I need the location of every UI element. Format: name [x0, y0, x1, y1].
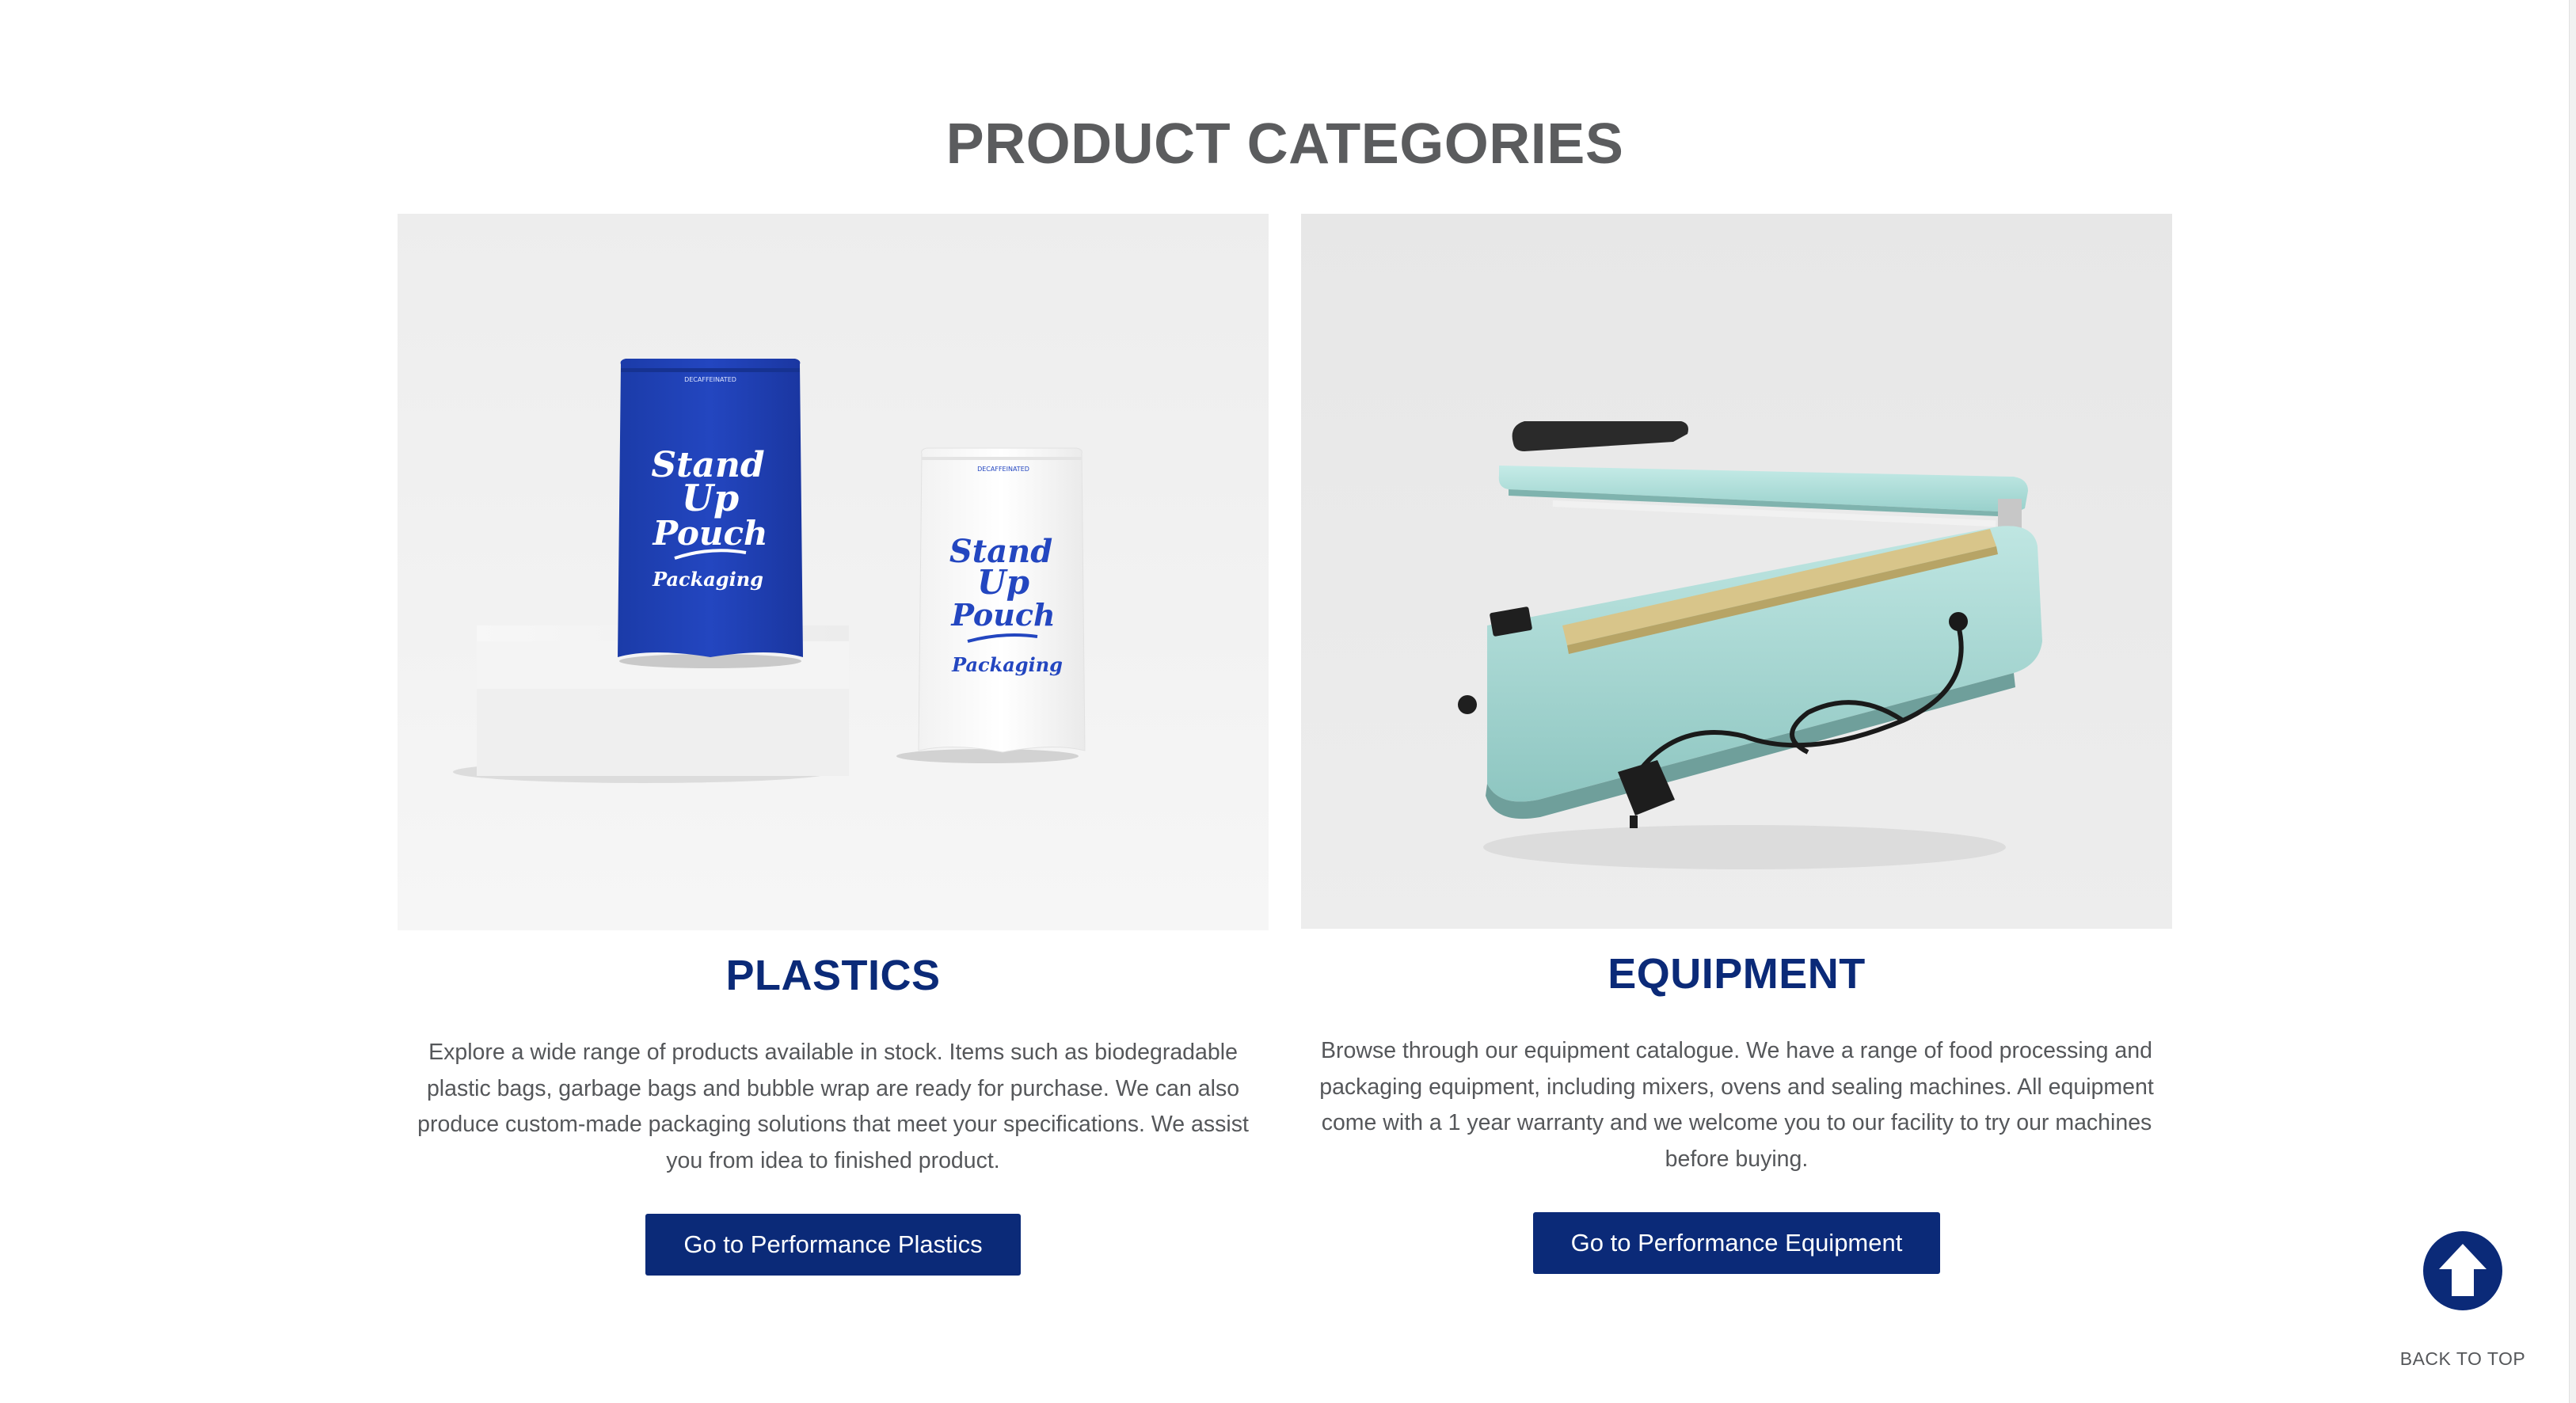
back-to-top-label[interactable]: BACK TO TOP	[2399, 1348, 2526, 1370]
blue-pouch-text-3: Pouch	[652, 514, 767, 553]
equipment-description: Browse through our equipment catalogue. …	[1319, 1038, 2154, 1172]
blue-pouch-text-4: Packaging	[652, 568, 763, 591]
blue-pouch-top-label: DECAFFEINATED	[684, 376, 736, 383]
impulse-sealer-illustration	[1301, 214, 2172, 929]
category-card-plastics: DECAFFEINATED Stand Up Pouch Packaging D…	[398, 214, 1269, 1276]
white-pouch-text-2: Up	[977, 563, 1029, 602]
equipment-image[interactable]	[1301, 214, 2172, 929]
go-to-performance-plastics-button[interactable]: Go to Performance Plastics	[645, 1214, 1021, 1276]
plastics-title: PLASTICS	[725, 952, 941, 999]
stand-up-pouch-illustration: DECAFFEINATED Stand Up Pouch Packaging D…	[398, 214, 1269, 930]
arrow-up-circle-icon[interactable]	[2423, 1231, 2502, 1310]
scrollbar[interactable]	[2569, 0, 2576, 1403]
white-pouch-text-4: Packaging	[951, 653, 1063, 676]
page: PRODUCT CATEGORIES DECAFFEINATED Stand U…	[0, 0, 2576, 1403]
category-card-equipment: EQUIPMENT Browse through our equipment c…	[1301, 214, 2172, 1274]
section-title: PRODUCT CATEGORIES	[946, 112, 1624, 176]
plastics-description: Explore a wide range of products availab…	[417, 1040, 1249, 1173]
equipment-title: EQUIPMENT	[1608, 950, 1866, 998]
back-to-top[interactable]: BACK TO TOP	[2399, 1231, 2526, 1370]
blue-pouch-text-2: Up	[682, 477, 739, 519]
go-to-performance-equipment-button[interactable]: Go to Performance Equipment	[1532, 1212, 1941, 1274]
white-pouch-top-label: DECAFFEINATED	[977, 466, 1029, 473]
white-pouch-text-3: Pouch	[950, 597, 1055, 633]
plastics-image[interactable]: DECAFFEINATED Stand Up Pouch Packaging D…	[398, 214, 1269, 930]
